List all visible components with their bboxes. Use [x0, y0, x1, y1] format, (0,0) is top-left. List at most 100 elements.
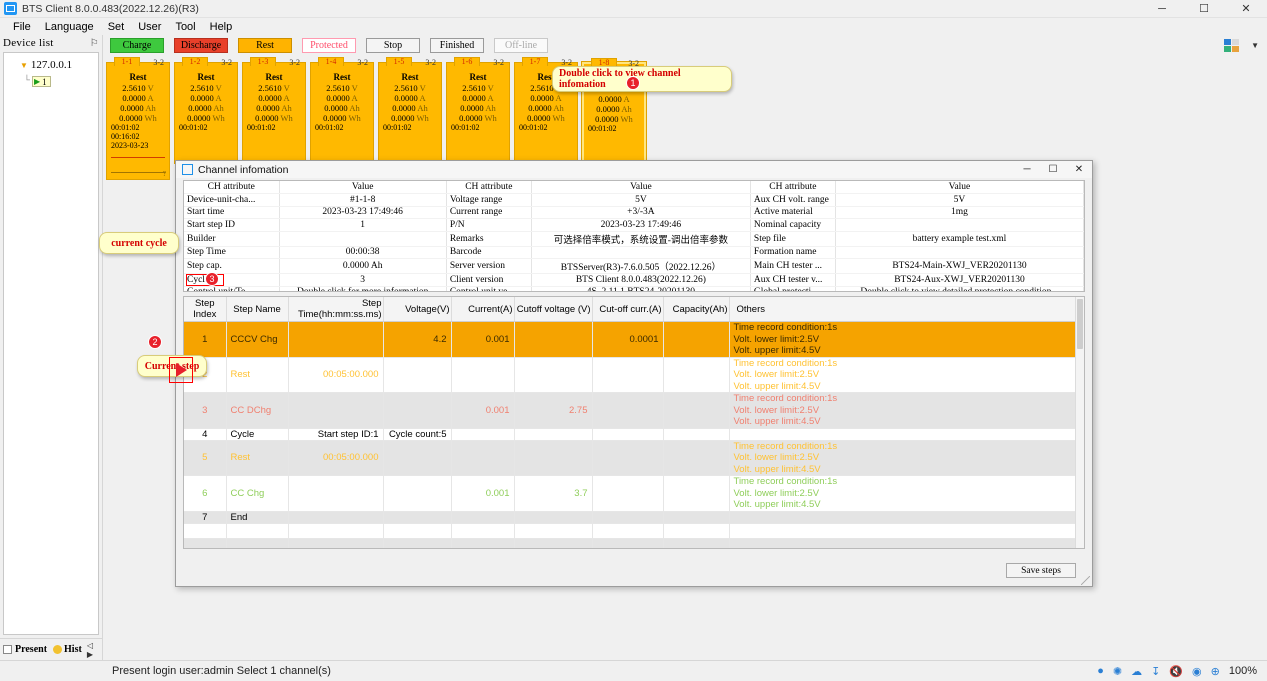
table-row[interactable]: 4 Cycle Start step ID:1 Cycle count:5: [184, 428, 1084, 441]
legend-discharge[interactable]: Discharge: [174, 38, 228, 53]
attr-header-value: Value: [835, 181, 1084, 194]
legend-offline[interactable]: Off-line: [494, 38, 548, 53]
tab-hist[interactable]: Hist: [50, 644, 85, 655]
toolbar-right: ▼: [1224, 39, 1267, 52]
attr-row[interactable]: Step Time 00:00:38 Barcode Formation name: [184, 246, 1084, 259]
grid-layout-icon[interactable]: [1224, 39, 1240, 52]
cell-step-time: Start step ID:1: [288, 428, 384, 441]
scrollbar-thumb[interactable]: [1077, 299, 1083, 349]
device-tree[interactable]: ▼ 127.0.0.1 └ ▶ 1: [3, 52, 99, 635]
badge-1: 1: [626, 76, 640, 90]
tab-present[interactable]: Present: [0, 644, 50, 655]
attr-row[interactable]: Step cap. 0.0000 Ah Server version BTSServe…: [184, 258, 1084, 274]
legend-protected[interactable]: Protected: [302, 38, 356, 53]
attr-row[interactable]: Cycle 3 Client version BTS Client 8.0.0.483…: [184, 273, 1084, 287]
channel-step-time: 00:01:02: [451, 123, 480, 132]
table-row[interactable]: 3 CC DChg 0.001 2.75 Time record condition:1…: [184, 392, 1084, 429]
others-line: Time record condition:1s: [733, 322, 838, 333]
cell-capacity: [663, 392, 730, 429]
cell-cutoff-current: [592, 392, 664, 429]
legend-stop[interactable]: Stop: [366, 38, 420, 53]
channel-tile-1-4[interactable]: 1-4 3-2 Rest 2.5610 V 0.0000 A 0.0000 Ah 0.000…: [310, 57, 374, 164]
chevron-down-icon[interactable]: ▼: [1251, 41, 1259, 50]
col-header-capacity[interactable]: Capacity(Ah): [663, 297, 730, 322]
channel-tile-1-3[interactable]: 1-3 3-2 Rest 2.5610 V 0.0000 A 0.0000 Ah 0.000…: [242, 57, 306, 164]
device-chip[interactable]: ▶ 1: [32, 76, 51, 87]
legend-charge[interactable]: Charge: [110, 38, 164, 53]
attr-value: 4S_2.11.1.BTS24-20201130: [531, 286, 751, 291]
col-header-step-name[interactable]: Step Name: [226, 297, 289, 322]
browser-icon[interactable]: ●: [1097, 665, 1104, 677]
save-steps-button[interactable]: Save steps: [1006, 563, 1076, 578]
tree-node-label: 127.0.0.1: [30, 59, 73, 71]
menu-item-user[interactable]: User: [131, 20, 168, 34]
col-header-current[interactable]: Current(A): [451, 297, 515, 322]
dialog-maximize-button[interactable]: ☐: [1040, 161, 1066, 178]
menu-item-language[interactable]: Language: [38, 20, 101, 34]
attr-row[interactable]: Device-unit-cha... #1-1-8 Voltage range 5V A…: [184, 193, 1084, 207]
dialog-close-button[interactable]: ✕: [1066, 161, 1092, 178]
channel-tile-1-1[interactable]: 1-1 3-2 Rest 2.5610 V 0.0000 A 0.0000 Ah 0.000…: [106, 57, 170, 180]
chat-icon[interactable]: ◉: [1192, 665, 1202, 678]
table-row[interactable]: 6 CC Chg 0.001 3.7 Time record condition:1s V…: [184, 475, 1084, 512]
pin-icon[interactable]: ⚐: [90, 38, 99, 49]
chevron-down-icon[interactable]: ▼: [20, 61, 28, 70]
menu-item-help[interactable]: Help: [203, 20, 240, 34]
resize-grip[interactable]: [1081, 576, 1090, 585]
attr-row[interactable]: Builder Remarks 可选择倍率模式，系统设置-调出倍率参数 Step fi…: [184, 231, 1084, 247]
cell-current: [451, 511, 515, 524]
attr-row[interactable]: Start step ID 1 P/N 2023-03-23 17:49:46 Nomi…: [184, 218, 1084, 232]
col-header-step-index[interactable]: Step Index: [184, 297, 227, 322]
cell-current: 0.001: [451, 392, 515, 429]
history-icon: [53, 645, 63, 654]
tree-node-host[interactable]: ▼ 127.0.0.1: [4, 58, 98, 72]
cell-step-name: Cycle: [226, 428, 289, 441]
cell-cutoff-voltage: [514, 357, 593, 393]
system-tray: ● ✺ ☁ ↧ 🔇 ◉ ⊕ 100%: [1097, 665, 1267, 678]
attr-key: Start time: [184, 206, 280, 219]
table-row[interactable]: 7 End: [184, 511, 1084, 524]
attr-key: Client version: [446, 273, 532, 287]
attr-header-value: Value: [279, 181, 447, 194]
channel-energy: 0.0000 Wh: [255, 113, 293, 123]
cell-capacity: [663, 475, 730, 512]
cloud-icon[interactable]: ☁: [1131, 665, 1142, 678]
fan-icon[interactable]: ✺: [1113, 665, 1122, 678]
attr-row[interactable]: Start time 2023-03-23 17:49:46 Current ran…: [184, 206, 1084, 219]
dialog-minimize-button[interactable]: ─: [1014, 161, 1040, 178]
col-header-voltage[interactable]: Voltage(V): [383, 297, 452, 322]
cell-step-name: CC Chg: [226, 475, 289, 512]
minimize-button[interactable]: ─: [1141, 0, 1183, 18]
cell-empty: [226, 538, 289, 548]
channel-tile-id: 1-1: [114, 57, 140, 66]
speaker-mute-icon[interactable]: 🔇: [1169, 665, 1183, 678]
legend-rest[interactable]: Rest: [238, 38, 292, 53]
menu-item-tool[interactable]: Tool: [168, 20, 202, 34]
col-header-step-time[interactable]: Step Time(hh:mm:ss.ms): [288, 297, 384, 322]
col-header-others[interactable]: Others: [729, 297, 1084, 322]
tree-node-device[interactable]: └ ▶ 1: [4, 74, 98, 89]
menu-item-file[interactable]: File: [6, 20, 38, 34]
channel-tile-1-6[interactable]: 1-6 3-2 Rest 2.5610 V 0.0000 A 0.0000 Ah 0.000…: [446, 57, 510, 164]
col-header-cutoff-voltage[interactable]: Cutoff voltage (V): [514, 297, 593, 322]
channel-capacity: 0.0000 Ah: [120, 103, 156, 113]
cell-empty: [514, 523, 593, 539]
maximize-button[interactable]: ☐: [1183, 0, 1225, 18]
menu-item-set[interactable]: Set: [101, 20, 132, 34]
others-line: Volt. upper limit:4.5V: [733, 416, 821, 427]
channel-tile-1-2[interactable]: 1-2 3-2 Rest 2.5610 V 0.0000 A 0.0000 Ah 0.000…: [174, 57, 238, 164]
cell-current: 0.001: [451, 475, 515, 512]
table-row[interactable]: 1 CCCV Chg 4.2 0.001 0.0001 Time record condi…: [184, 321, 1084, 358]
table-row[interactable]: 5 Rest 00:05:00.000 Time record condition:1…: [184, 440, 1084, 476]
channel-tile-1-5[interactable]: 1-5 3-2 Rest 2.5610 V 0.0000 A 0.0000 Ah 0.000…: [378, 57, 442, 164]
tab-scroll-arrows[interactable]: ◁ ▶: [87, 641, 102, 659]
channel-state: Rest: [197, 72, 215, 82]
close-button[interactable]: ✕: [1225, 0, 1267, 18]
legend-finished[interactable]: Finished: [430, 38, 484, 53]
sidebar-tabs: Present Hist ◁ ▶: [0, 638, 103, 660]
attr-row[interactable]: Control unit/Te...Double click for more …: [184, 286, 1084, 291]
table-row[interactable]: 2 Rest 00:05:00.000 Time record condition:1…: [184, 357, 1084, 393]
col-header-cutoff-current[interactable]: Cut-off curr.(A): [592, 297, 664, 322]
step-table-scrollbar[interactable]: [1075, 297, 1084, 548]
download-icon[interactable]: ↧: [1151, 665, 1160, 678]
